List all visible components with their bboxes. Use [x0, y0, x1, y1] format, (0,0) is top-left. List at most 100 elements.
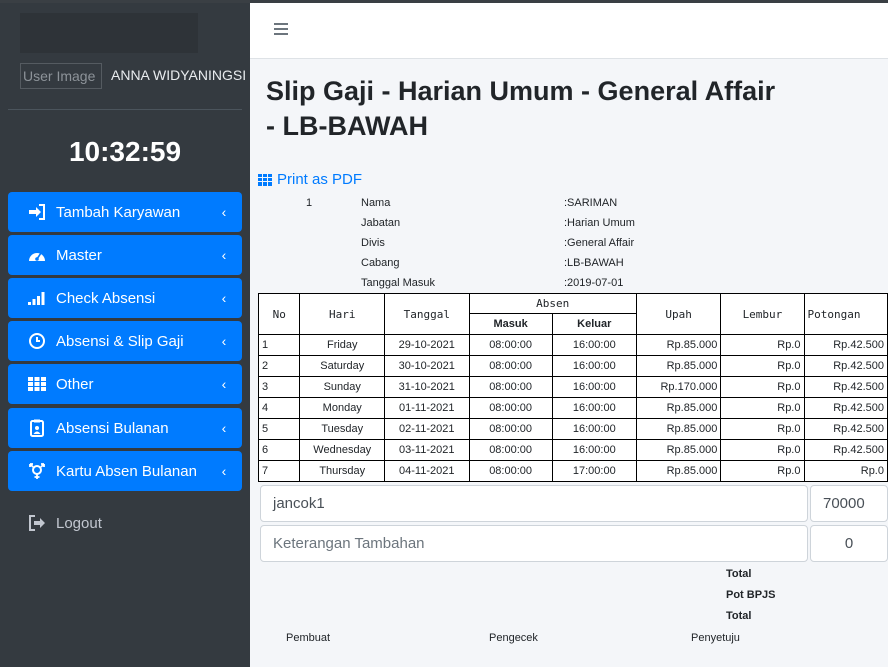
logout-link[interactable]: Logout	[8, 503, 242, 543]
cell-keluar: 17:00:00	[551, 460, 637, 482]
cell-keluar: 16:00:00	[551, 439, 637, 461]
cell-lembur: Rp.0	[720, 397, 805, 419]
nav-other[interactable]: Other ‹	[8, 364, 242, 404]
info-label: Divis	[361, 237, 385, 249]
cell-potongan: Rp.42.500	[803, 397, 888, 419]
table-row: 4 Monday 01-11-2021 08:00:00 16:00:00 Rp…	[257, 397, 888, 419]
header-tanggal: Tanggal	[384, 293, 470, 335]
dashboard-icon	[26, 246, 48, 264]
nav-check-absensi[interactable]: Check Absensi ‹	[8, 278, 242, 318]
cell-upah: Rp.85.000	[635, 355, 722, 377]
cell-potongan: Rp.42.500	[803, 334, 888, 356]
nav-label: Absensi Bulanan	[56, 419, 169, 437]
user-name[interactable]: ANNA WIDYANINGSI	[111, 67, 246, 83]
chevron-left-icon: ‹	[221, 247, 227, 263]
hamburger-menu-icon[interactable]	[274, 23, 288, 35]
info-value: :General Affair	[564, 237, 635, 249]
header-lembur: Lembur	[720, 293, 805, 335]
sidebar-divider	[8, 109, 242, 110]
header-potongan: Potongan	[803, 293, 888, 335]
total-final-label: Total	[726, 610, 752, 622]
nav-label: Check Absensi	[56, 289, 156, 307]
cell-masuk: 08:00:00	[468, 439, 553, 461]
nav-label: Other	[56, 375, 94, 393]
page-title: Slip Gaji - Harian Umum - General Affair…	[266, 76, 776, 141]
cell-hari: Thursday	[299, 460, 386, 482]
cell-no: 2	[257, 355, 301, 377]
header-absen: Absen	[468, 293, 637, 314]
cell-masuk: 08:00:00	[468, 418, 553, 440]
signal-icon	[26, 289, 48, 307]
cell-upah: Rp.85.000	[635, 439, 722, 461]
brand-area	[20, 13, 198, 53]
cell-keluar: 16:00:00	[551, 334, 637, 356]
cell-hari: Wednesday	[299, 439, 386, 461]
clipboard-icon	[26, 419, 48, 437]
cell-hari: Sunday	[299, 376, 386, 398]
cell-tanggal: 30-10-2021	[384, 355, 470, 377]
table-row: 6 Wednesday 03-11-2021 08:00:00 16:00:00…	[257, 439, 888, 461]
nav-label: Absensi & Slip Gaji	[56, 332, 184, 350]
cell-no: 6	[257, 439, 301, 461]
cell-no: 7	[257, 460, 301, 482]
table-row: 3 Sunday 31-10-2021 08:00:00 16:00:00 Rp…	[257, 376, 888, 398]
cell-no: 4	[257, 397, 301, 419]
cell-lembur: Rp.0	[720, 355, 805, 377]
sign-in-icon	[26, 203, 48, 221]
cell-no: 3	[257, 376, 301, 398]
nav-absensi-slip-gaji[interactable]: Absensi & Slip Gaji ‹	[8, 321, 242, 361]
cell-hari: Saturday	[299, 355, 386, 377]
cell-no: 5	[257, 418, 301, 440]
cell-hari: Tuesday	[299, 418, 386, 440]
employee-index: 1	[306, 197, 313, 209]
nav-kartu-absen-bulanan[interactable]: Kartu Absen Bulanan ‹	[8, 451, 242, 491]
cell-upah: Rp.170.000	[635, 376, 722, 398]
sidebar: User Image ANNA WIDYANINGSI 10:32:59 Tam…	[0, 3, 250, 667]
header-masuk: Masuk	[468, 313, 553, 335]
cell-tanggal: 31-10-2021	[384, 376, 470, 398]
top-navbar	[250, 3, 888, 59]
slip-table: No Hari Tanggal Absen Upah Lembur Potong…	[257, 293, 888, 482]
info-value: :LB-BAWAH	[564, 257, 624, 269]
nav-master[interactable]: Master ‹	[8, 235, 242, 275]
signature-pengecek: Pengecek	[489, 632, 538, 644]
cell-tanggal: 04-11-2021	[384, 460, 470, 482]
chevron-left-icon: ‹	[221, 290, 227, 306]
signature-pembuat: Pembuat	[286, 632, 331, 644]
keterangan-amount-field[interactable]: 0	[810, 525, 888, 562]
header-hari: Hari	[299, 293, 386, 335]
chevron-left-icon: ‹	[221, 420, 227, 436]
cell-keluar: 16:00:00	[551, 376, 637, 398]
nav-absensi-bulanan[interactable]: Absensi Bulanan ‹	[8, 408, 242, 448]
clock-icon	[26, 332, 48, 350]
total-label: Total	[726, 568, 752, 580]
cell-keluar: 16:00:00	[551, 355, 637, 377]
header-no: No	[257, 293, 301, 335]
cell-masuk: 08:00:00	[468, 355, 553, 377]
cell-masuk: 08:00:00	[468, 397, 553, 419]
nav-label: Tambah Karyawan	[56, 203, 181, 221]
grid-icon	[26, 375, 48, 393]
item-amount-field[interactable]: 70000	[810, 485, 888, 522]
info-value: :SARIMAN	[564, 197, 618, 209]
header-upah: Upah	[635, 293, 722, 335]
cell-tanggal: 03-11-2021	[384, 439, 470, 461]
nav-tambah-karyawan[interactable]: Tambah Karyawan ‹	[8, 192, 242, 232]
cell-masuk: 08:00:00	[468, 376, 553, 398]
chevron-left-icon: ‹	[221, 463, 227, 479]
table-row: 7 Thursday 04-11-2021 08:00:00 17:00:00 …	[257, 460, 888, 482]
cell-lembur: Rp.0	[720, 460, 805, 482]
table-row: 1 Friday 29-10-2021 08:00:00 16:00:00 Rp…	[257, 334, 888, 356]
cell-lembur: Rp.0	[720, 418, 805, 440]
nav-label: Kartu Absen Bulanan	[56, 462, 197, 480]
keterangan-field[interactable]: Keterangan Tambahan	[260, 525, 808, 562]
signature-penyetuju: Penyetuju	[691, 632, 740, 644]
info-value: :Harian Umum	[564, 217, 635, 229]
cell-potongan: Rp.42.500	[803, 376, 888, 398]
table-icon	[258, 173, 272, 186]
cell-masuk: 08:00:00	[468, 460, 553, 482]
print-pdf-link[interactable]: Print as PDF	[258, 171, 362, 188]
nav-label: Master	[56, 246, 102, 264]
item-name-field[interactable]: jancok1	[260, 485, 808, 522]
cell-lembur: Rp.0	[720, 376, 805, 398]
